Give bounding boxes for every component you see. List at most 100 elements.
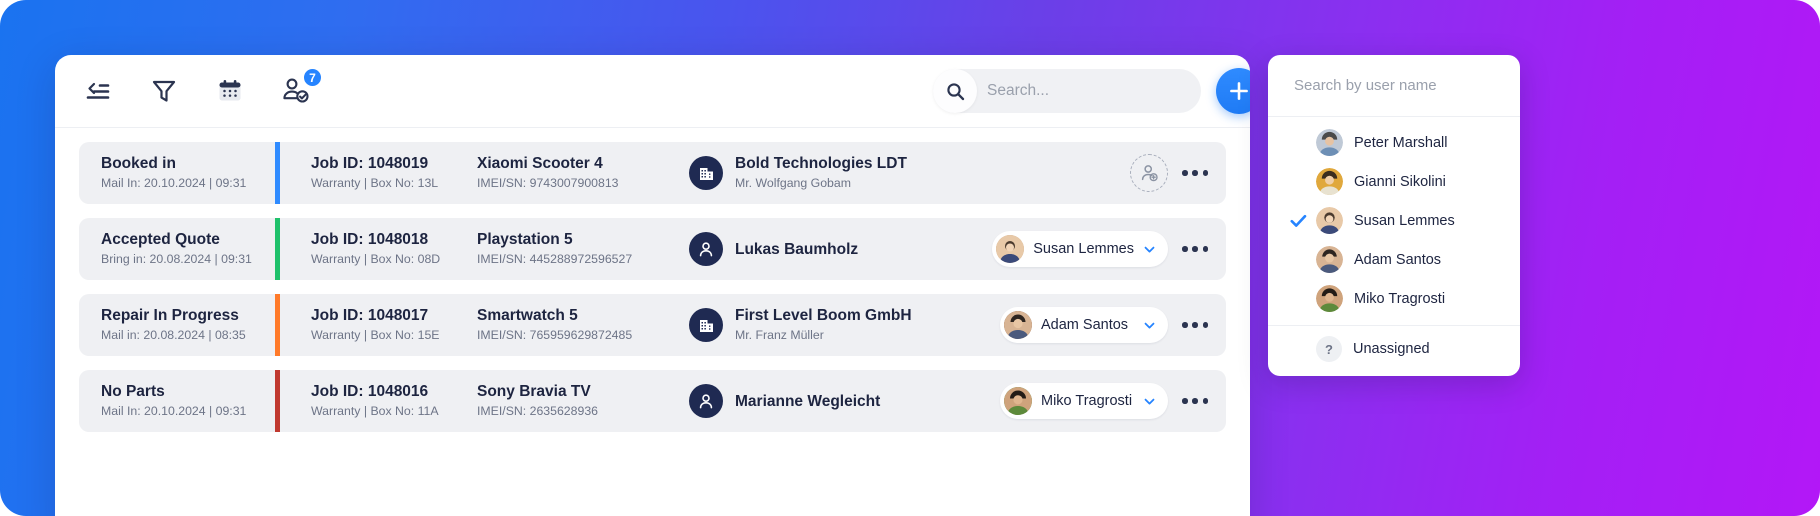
status-sub: Mail In: 20.10.2024 | 09:31 xyxy=(101,404,247,418)
list-item-unassigned[interactable]: ? Unassigned xyxy=(1268,326,1520,372)
customer-text: First Level Boom GmbH Mr. Franz Müller xyxy=(735,307,912,343)
search-input[interactable] xyxy=(977,69,1201,113)
device-name: Xiaomi Scooter 4 xyxy=(477,155,603,172)
cell-status: No Parts Mail In: 20.10.2024 | 09:31 xyxy=(79,383,283,419)
assignee-name: Miko Tragrosti xyxy=(1041,393,1133,409)
list-item[interactable]: Peter Marshall xyxy=(1268,123,1520,162)
customer-sub: Mr. Wolfgang Gobam xyxy=(735,176,851,190)
search-icon[interactable] xyxy=(933,69,977,113)
assignee-name: Adam Santos xyxy=(1041,317,1129,333)
avatar xyxy=(1316,168,1343,195)
status-label: No Parts xyxy=(101,383,165,400)
customer-text: Bold Technologies LDT Mr. Wolfgang Gobam xyxy=(735,155,907,191)
cell-device: Xiaomi Scooter 4 IMEI/SN: 9743007900813 xyxy=(477,155,689,191)
cell-customer: Lukas Baumholz xyxy=(689,232,992,266)
row-actions: Miko Tragrosti xyxy=(1000,383,1226,419)
person-icon xyxy=(689,384,723,418)
assignee-dropdown[interactable]: Miko Tragrosti xyxy=(1000,383,1168,419)
person-icon xyxy=(689,232,723,266)
filter-icon[interactable] xyxy=(143,70,185,112)
question-icon: ? xyxy=(1316,336,1342,362)
cell-job: Job ID: 1048019 Warranty | Box No: 13L xyxy=(283,155,477,191)
status-color-bar xyxy=(275,370,280,432)
list-item[interactable]: Adam Santos xyxy=(1268,240,1520,279)
avatar xyxy=(1316,285,1343,312)
add-button[interactable] xyxy=(1216,68,1250,114)
avatar xyxy=(1316,207,1343,234)
job-id: Job ID: 1048019 xyxy=(311,155,429,172)
status-color-bar xyxy=(275,294,280,356)
user-name: Adam Santos xyxy=(1354,251,1442,268)
assignee-dropdown[interactable]: Susan Lemmes xyxy=(992,231,1168,267)
avatar xyxy=(1004,387,1032,415)
customer-text: Marianne Wegleicht xyxy=(735,393,880,410)
row-actions xyxy=(1130,154,1226,192)
row-more-button[interactable] xyxy=(1182,398,1208,404)
assign-user-panel: Peter Marshall Gianni Sikolini xyxy=(1268,55,1520,376)
user-name: Peter Marshall xyxy=(1354,134,1448,151)
device-sub: IMEI/SN: 9743007900813 xyxy=(477,176,619,190)
search-field[interactable] xyxy=(933,69,1201,113)
device-sub: IMEI/SN: 765959629872485 xyxy=(477,328,633,342)
row-actions: Adam Santos xyxy=(1000,307,1226,343)
cell-customer: Marianne Wegleicht xyxy=(689,384,1000,418)
table-row[interactable]: Booked in Mail In: 20.10.2024 | 09:31 Jo… xyxy=(79,142,1226,204)
assign-user-icon[interactable] xyxy=(1130,154,1168,192)
job-sub: Warranty | Box No: 11A xyxy=(311,404,439,418)
avatar xyxy=(1004,311,1032,339)
job-id: Job ID: 1048016 xyxy=(311,383,429,400)
table-row[interactable]: Accepted Quote Bring in: 20.08.2024 | 09… xyxy=(79,218,1226,280)
list-item[interactable]: Miko Tragrosti xyxy=(1268,279,1520,318)
cell-customer: First Level Boom GmbH Mr. Franz Müller xyxy=(689,307,1000,343)
job-id: Job ID: 1048017 xyxy=(311,307,429,324)
sort-icon[interactable] xyxy=(77,70,119,112)
cell-status: Booked in Mail In: 20.10.2024 | 09:31 xyxy=(79,155,283,191)
assigned-users-badge: 7 xyxy=(302,67,323,88)
company-icon xyxy=(689,308,723,342)
table-row[interactable]: Repair In Progress Mail in: 20.08.2024 |… xyxy=(79,294,1226,356)
chevron-down-icon xyxy=(1144,398,1155,404)
avatar xyxy=(1316,246,1343,273)
cell-customer: Bold Technologies LDT Mr. Wolfgang Gobam xyxy=(689,155,1130,191)
avatar xyxy=(1316,129,1343,156)
row-more-button[interactable] xyxy=(1182,246,1208,252)
status-label: Repair In Progress xyxy=(101,307,239,324)
row-more-button[interactable] xyxy=(1182,170,1208,176)
user-list: Peter Marshall Gianni Sikolini Susan Lem… xyxy=(1268,117,1520,372)
status-color-bar xyxy=(275,218,280,280)
row-more-button[interactable] xyxy=(1182,322,1208,328)
check-icon xyxy=(1290,214,1316,228)
job-sub: Warranty | Box No: 13L xyxy=(311,176,439,190)
jobs-list: Booked in Mail In: 20.10.2024 | 09:31 Jo… xyxy=(55,128,1250,432)
device-name: Smartwatch 5 xyxy=(477,307,578,324)
toolbar-icon-group: 7 xyxy=(55,67,323,112)
list-item[interactable]: Gianni Sikolini xyxy=(1268,162,1520,201)
cell-device: Playstation 5 IMEI/SN: 445288972596527 xyxy=(477,231,689,267)
avatar xyxy=(996,235,1025,263)
user-search-input[interactable] xyxy=(1292,76,1496,95)
row-actions: Susan Lemmes xyxy=(992,231,1226,267)
table-row[interactable]: No Parts Mail In: 20.10.2024 | 09:31 Job… xyxy=(79,370,1226,432)
jobs-card: 7 Search... Booked in Mail In: 20.10.202… xyxy=(55,55,1250,516)
customer-name: Lukas Baumholz xyxy=(735,240,859,258)
list-item[interactable]: Susan Lemmes xyxy=(1268,201,1520,240)
device-name: Playstation 5 xyxy=(477,231,573,248)
chevron-down-icon xyxy=(1144,322,1155,328)
toolbar: 7 xyxy=(55,55,1250,128)
user-search-field[interactable] xyxy=(1268,55,1520,117)
assignee-name: Susan Lemmes xyxy=(1033,241,1134,257)
chevron-down-icon xyxy=(1144,246,1155,252)
cell-job: Job ID: 1048016 Warranty | Box No: 11A xyxy=(283,383,477,419)
assigned-users-icon[interactable]: 7 xyxy=(275,67,323,112)
assignee-dropdown[interactable]: Adam Santos xyxy=(1000,307,1168,343)
calendar-icon[interactable] xyxy=(209,70,251,112)
customer-name: Marianne Wegleicht xyxy=(735,392,881,410)
status-color-bar xyxy=(275,142,280,204)
job-sub: Warranty | Box No: 15E xyxy=(311,328,440,342)
customer-name: Bold Technologies LDT xyxy=(735,155,907,172)
cell-device: Sony Bravia TV IMEI/SN: 2635628936 xyxy=(477,383,689,419)
status-label: Booked in xyxy=(101,155,176,172)
customer-sub: Mr. Franz Müller xyxy=(735,328,824,342)
user-name: Miko Tragrosti xyxy=(1354,290,1446,307)
status-sub: Mail in: 20.08.2024 | 08:35 xyxy=(101,328,246,342)
